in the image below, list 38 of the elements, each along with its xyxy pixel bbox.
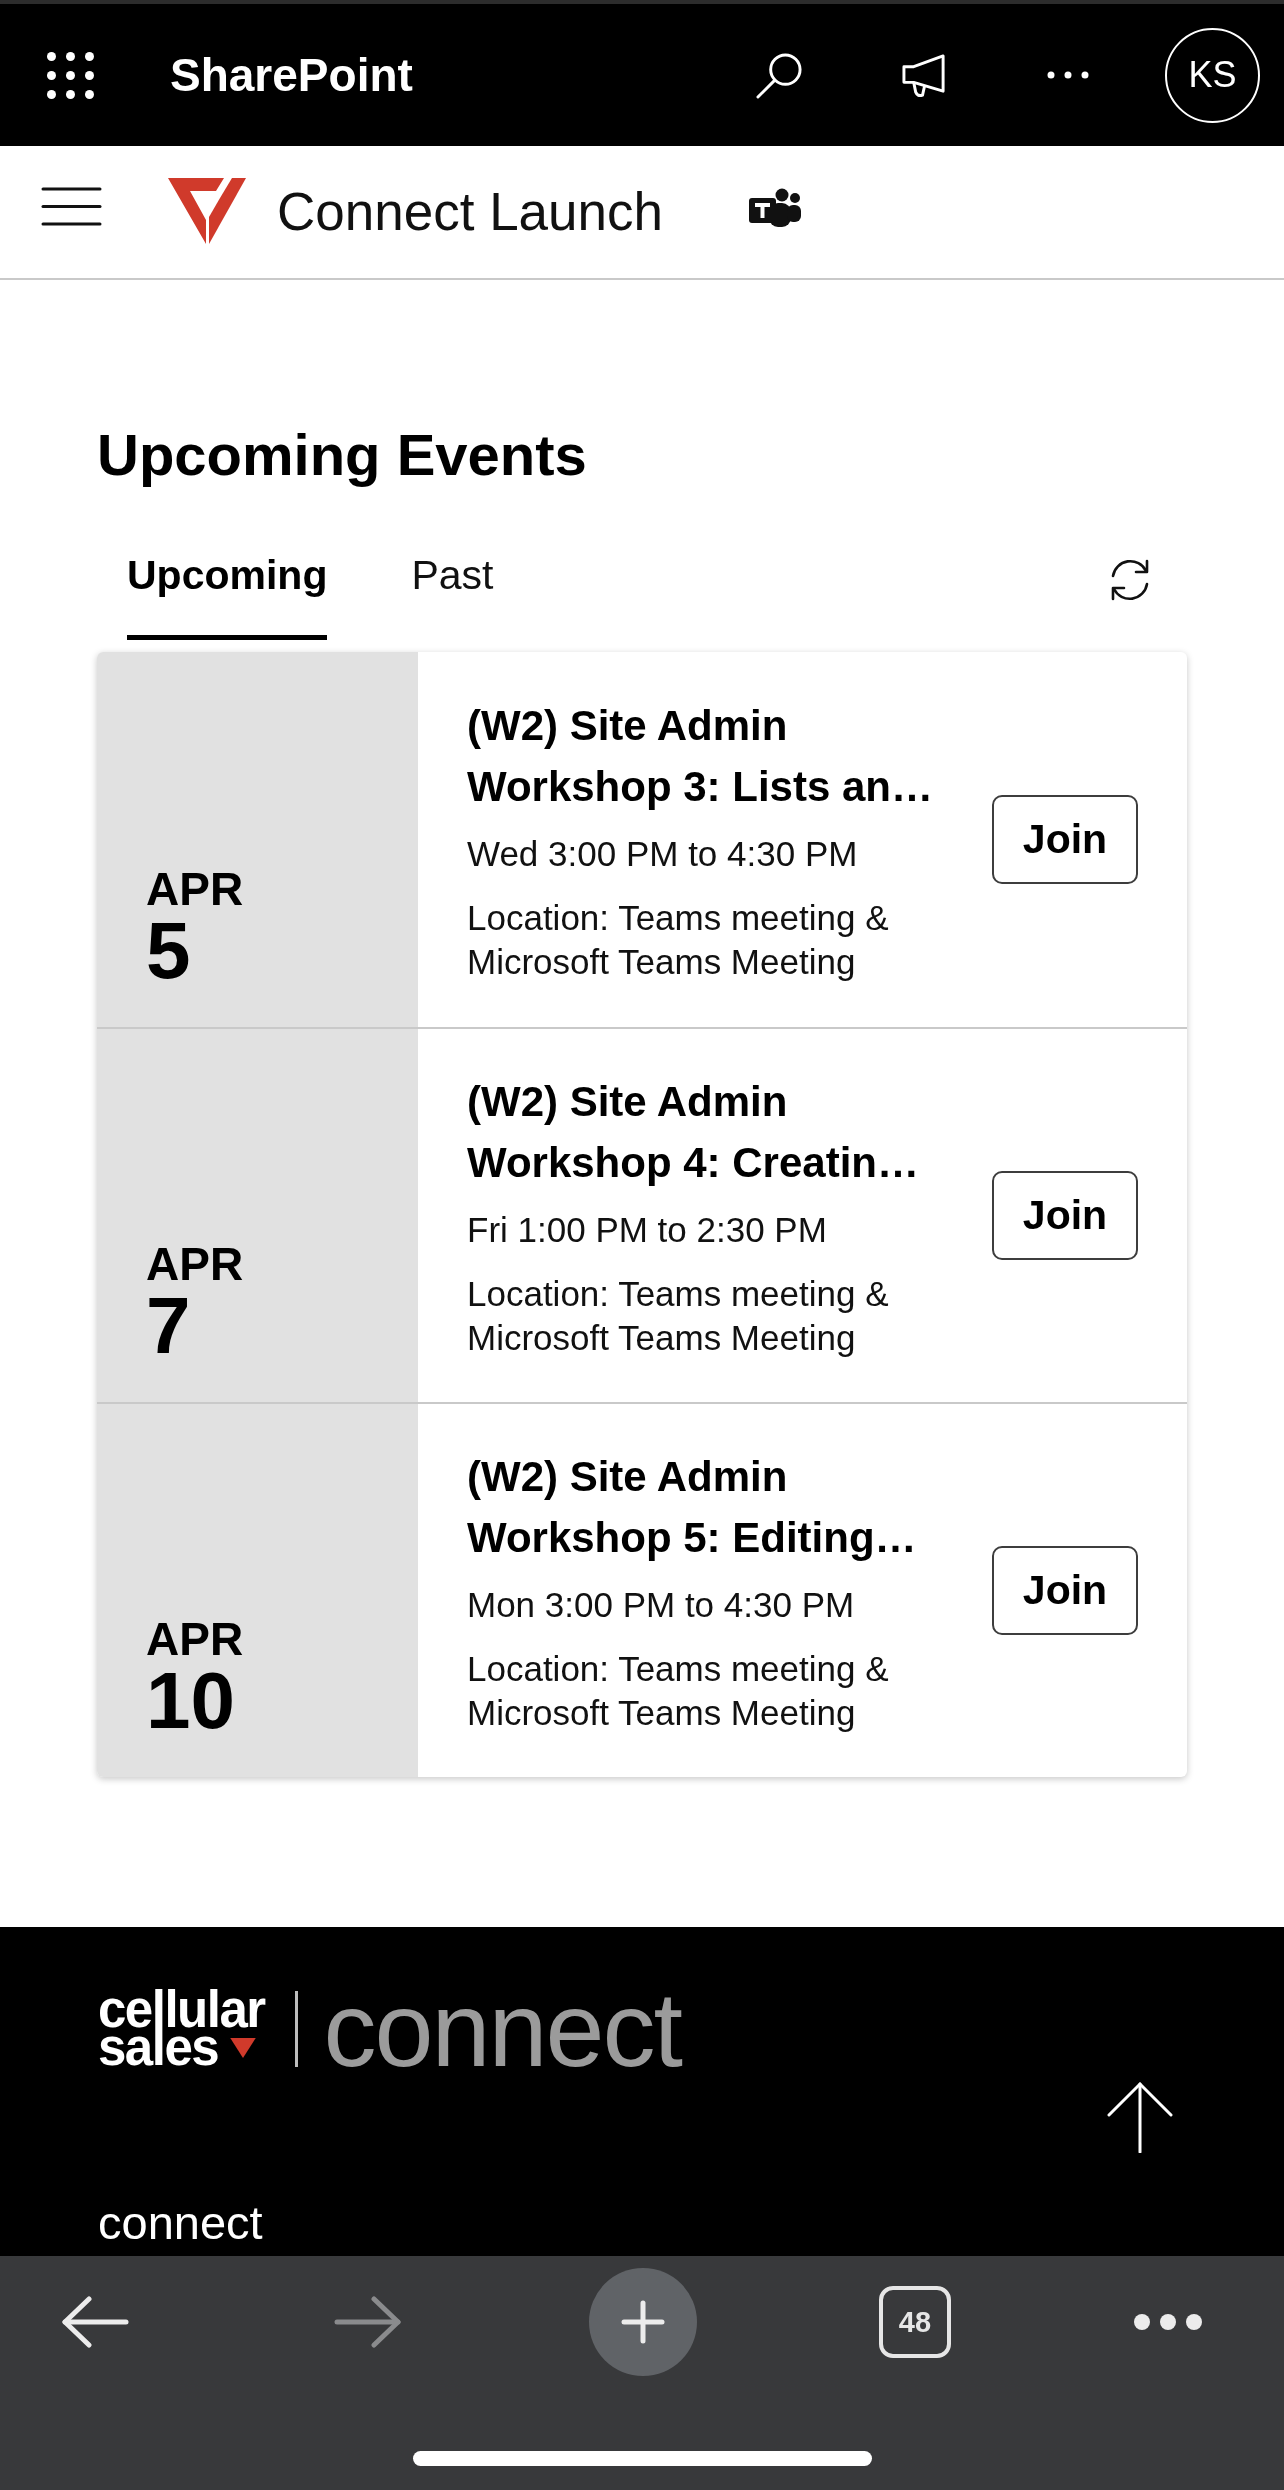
join-button[interactable]: Join [992, 795, 1138, 884]
event-time: Wed 3:00 PM to 4:30 PM [467, 833, 859, 875]
search-icon[interactable] [755, 50, 804, 100]
triangle-logo-icon[interactable] [168, 178, 246, 246]
event-title[interactable]: (W2) Site Admin Workshop 3: Lists an… [467, 695, 972, 817]
event-location: Location: Teams meeting & Microsoft Teams Meeting [467, 897, 890, 983]
tab[interactable]: Past [411, 520, 494, 640]
logo-product-name: connect [323, 1989, 681, 2069]
event-day: 7 [146, 1290, 191, 1362]
event-location: Location: Teams meeting & Microsoft Teams Meeting [467, 1648, 890, 1734]
event-month: APR [146, 1241, 244, 1287]
tab[interactable]: Upcoming [127, 520, 328, 640]
tab-count-button[interactable]: 48 [879, 2286, 951, 2358]
menu-icon[interactable] [41, 186, 102, 226]
join-button[interactable]: Join [992, 1546, 1138, 1635]
ellipsis-icon[interactable] [1047, 71, 1089, 79]
event-location: Location: Teams meeting & Microsoft Teams Meeting [467, 1273, 890, 1359]
event-day: 5 [146, 915, 191, 987]
ellipsis-icon[interactable] [1134, 2314, 1202, 2330]
app-name[interactable]: SharePoint [170, 47, 413, 103]
avatar[interactable]: KS [1165, 27, 1260, 123]
section-heading: Upcoming Events [97, 421, 588, 489]
triangle-icon [230, 2038, 257, 2058]
event-month: APR [146, 866, 244, 912]
join-button[interactable]: Join [992, 1171, 1138, 1260]
site-title[interactable]: Connect Launch [277, 181, 663, 243]
dot-grid-icon[interactable] [47, 51, 94, 99]
event-title[interactable]: (W2) Site Admin Workshop 5: Editing… [467, 1446, 972, 1568]
event-time: Fri 1:00 PM to 2:30 PM [467, 1209, 828, 1251]
footer-site-name[interactable]: connect [98, 2195, 263, 2251]
event-month: APR [146, 1616, 244, 1662]
group-chat-icon[interactable] [749, 188, 801, 230]
logo-text: sales [98, 2029, 219, 2067]
logo-text: cellular [98, 1991, 265, 2029]
plus-icon[interactable] [589, 2268, 697, 2376]
event-time: Mon 3:00 PM to 4:30 PM [467, 1584, 856, 1626]
event-day: 10 [146, 1665, 235, 1737]
event-title[interactable]: (W2) Site Admin Workshop 4: Creatin… [467, 1071, 972, 1193]
